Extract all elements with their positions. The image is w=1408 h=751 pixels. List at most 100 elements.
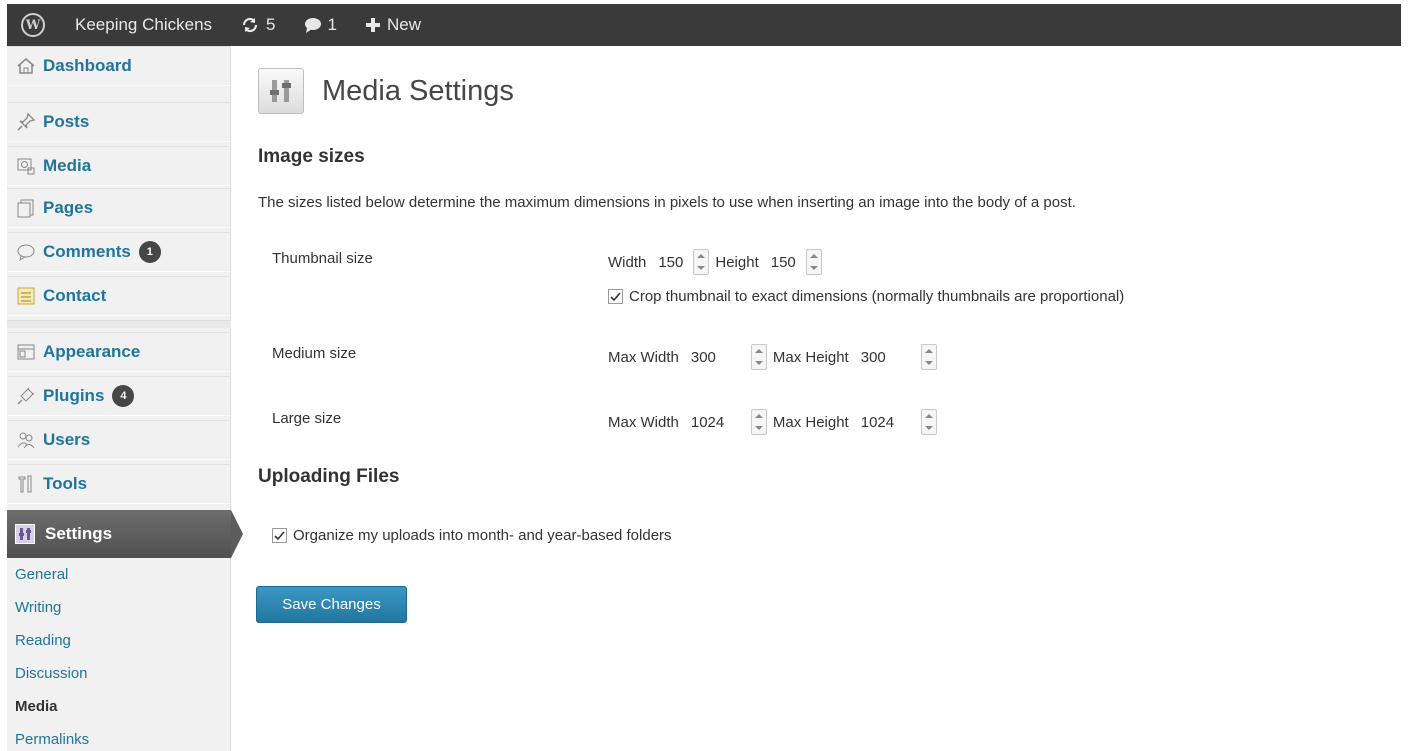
menu-label: Users — [43, 430, 91, 449]
title-row: Media Settings — [258, 68, 514, 114]
comment-bubble-icon — [304, 18, 321, 33]
settings-content: Settings — [15, 510, 112, 558]
medium-width-spinner[interactable] — [750, 344, 767, 370]
thumbnail-height-label: Height — [715, 253, 759, 271]
image-sizes-description: The sizes listed below determine the max… — [258, 194, 1076, 211]
admin-bar-inner: W Keeping Chickens 5 1 New — [7, 4, 1401, 46]
medium-height-input[interactable]: 300 — [855, 342, 937, 372]
main-content: Media Settings Image sizes The sizes lis… — [232, 48, 1408, 751]
menu-label: Appearance — [43, 342, 141, 361]
medium-width-value: 300 — [690, 348, 716, 366]
submenu-writing[interactable]: Writing — [7, 591, 231, 624]
tools-icon — [15, 473, 37, 495]
medium-height-value: 300 — [860, 348, 886, 366]
settings-icon — [15, 524, 35, 544]
pages-icon — [15, 197, 37, 219]
large-width-label: Max Width — [608, 413, 679, 431]
medium-size-fields: Max Width 300 Max Height 300 — [608, 342, 943, 372]
large-size-fields: Max Width 1024 Max Height 1024 — [608, 407, 943, 437]
medium-width-label: Max Width — [608, 348, 679, 366]
crop-thumbnail-checkbox[interactable] — [608, 289, 623, 304]
admin-sidebar: Dashboard Posts Media Pages Comments 1 C… — [7, 46, 243, 751]
menu-label: Pages — [43, 198, 94, 217]
organize-uploads-label: Organize my uploads into month- and year… — [293, 527, 672, 544]
menu-item-tools[interactable]: Tools — [7, 464, 231, 504]
menu-item-contact[interactable]: Contact — [7, 276, 231, 316]
menu-item-users[interactable]: Users — [7, 420, 231, 460]
comments-link[interactable]: 1 — [290, 4, 351, 46]
wp-logo-button[interactable]: W — [7, 4, 61, 46]
submenu-discussion[interactable]: Discussion — [7, 657, 231, 690]
menu-label: Dashboard — [43, 56, 132, 75]
large-height-label: Max Height — [772, 413, 849, 431]
menu-label: Plugins — [43, 386, 105, 405]
settings-icon — [258, 68, 304, 114]
thumbnail-width-spinner[interactable] — [693, 249, 710, 275]
large-height-spinner[interactable] — [920, 409, 937, 435]
submenu-media[interactable]: Media — [7, 690, 231, 723]
menu-item-posts[interactable]: Posts — [7, 102, 231, 142]
menu-separator — [7, 320, 231, 328]
home-icon — [15, 55, 37, 77]
comment-bubble-icon — [15, 241, 37, 263]
plug-icon — [15, 385, 37, 407]
menu-item-dashboard[interactable]: Dashboard — [7, 46, 231, 86]
menu-item-settings[interactable]: Settings — [7, 510, 243, 558]
thumbnail-size-fields: Width 150 Height 150 — [608, 247, 828, 277]
thumbnail-height-input[interactable]: 150 — [765, 247, 822, 277]
menu-item-comments[interactable]: Comments 1 — [7, 232, 231, 272]
medium-height-spinner[interactable] — [920, 344, 937, 370]
crop-thumbnail-row[interactable]: Crop thumbnail to exact dimensions (norm… — [608, 288, 1124, 305]
media-icon — [15, 155, 37, 177]
menu-label: Posts — [43, 112, 90, 131]
menu-label: Tools — [43, 474, 88, 493]
checkmark-icon — [274, 531, 285, 541]
menu-item-plugins[interactable]: Plugins 4 — [7, 376, 231, 416]
contact-form-icon — [15, 285, 37, 307]
refresh-icon — [242, 17, 258, 33]
submenu-general[interactable]: General — [7, 558, 231, 591]
plugins-badge: 4 — [112, 385, 135, 407]
page-title: Media Settings — [322, 74, 514, 107]
new-content-link[interactable]: New — [351, 4, 435, 46]
admin-bar: W Keeping Chickens 5 1 New — [0, 0, 1408, 48]
checkmark-icon — [610, 292, 621, 302]
updates-link[interactable]: 5 — [226, 4, 289, 46]
submenu-permalinks[interactable]: Permalinks — [7, 723, 231, 751]
menu-item-pages[interactable]: Pages — [7, 188, 231, 228]
large-height-input[interactable]: 1024 — [855, 407, 937, 437]
large-height-value: 1024 — [860, 413, 895, 431]
new-label: New — [386, 15, 421, 34]
large-width-spinner[interactable] — [750, 409, 767, 435]
organize-uploads-checkbox[interactable] — [272, 528, 287, 543]
plus-icon — [365, 18, 380, 32]
organize-uploads-row[interactable]: Organize my uploads into month- and year… — [272, 527, 672, 544]
menu-item-media[interactable]: Media — [7, 146, 231, 186]
medium-height-label: Max Height — [772, 348, 849, 366]
thumbnail-width-value: 150 — [658, 253, 684, 271]
site-name-link[interactable]: Keeping Chickens — [61, 4, 226, 46]
medium-size-label: Medium size — [272, 345, 357, 362]
settings-submenu: General Writing Reading Discussion Media… — [7, 558, 231, 751]
save-changes-button[interactable]: Save Changes — [256, 586, 407, 623]
thumbnail-height-spinner[interactable] — [805, 249, 822, 275]
image-sizes-heading: Image sizes — [258, 146, 365, 167]
wordpress-logo-icon: W — [21, 13, 45, 37]
menu-label: Comments — [43, 242, 131, 261]
pushpin-icon — [15, 111, 37, 133]
appearance-icon — [15, 341, 37, 363]
comments-count: 1 — [327, 15, 337, 34]
submenu-reading[interactable]: Reading — [7, 624, 231, 657]
users-icon — [15, 429, 37, 451]
site-name: Keeping Chickens — [75, 15, 213, 34]
large-width-value: 1024 — [690, 413, 725, 431]
menu-label: Settings — [45, 524, 113, 543]
thumbnail-height-value: 150 — [770, 253, 796, 271]
crop-thumbnail-label: Crop thumbnail to exact dimensions (norm… — [629, 288, 1125, 305]
thumbnail-width-input[interactable]: 150 — [652, 247, 710, 277]
menu-item-appearance[interactable]: Appearance — [7, 332, 231, 372]
thumbnail-size-label: Thumbnail size — [272, 250, 373, 267]
medium-width-input[interactable]: 300 — [685, 342, 767, 372]
large-width-input[interactable]: 1024 — [685, 407, 767, 437]
uploading-files-heading: Uploading Files — [258, 466, 400, 487]
